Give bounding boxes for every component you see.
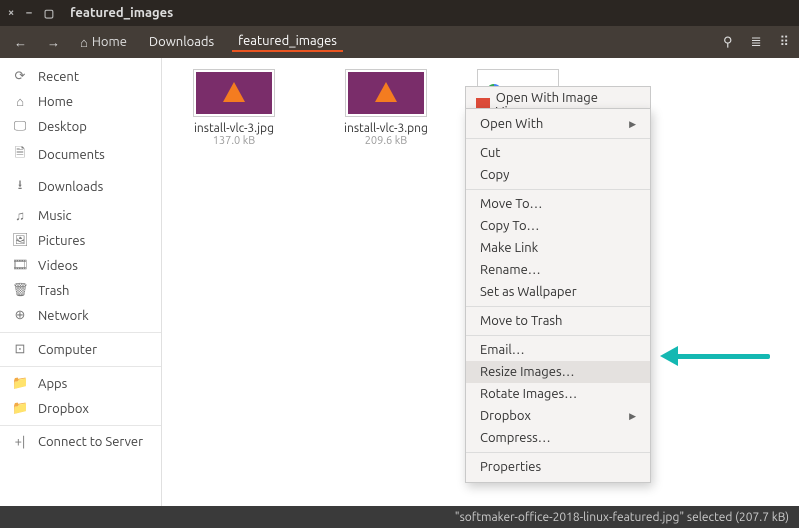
submenu-arrow-icon: ▶ xyxy=(629,411,636,422)
file-name: install-vlc-3.jpg xyxy=(186,122,282,135)
sidebar-item-pictures[interactable]: 🖼Pictures xyxy=(0,228,161,253)
context-copy[interactable]: Copy xyxy=(466,164,650,186)
minimize-icon[interactable]: – xyxy=(26,7,32,20)
context-copy-to[interactable]: Copy To… xyxy=(466,215,650,237)
context-menu: Open With▶ Cut Copy Move To… Copy To… Ma… xyxy=(465,108,651,483)
context-set-wallpaper[interactable]: Set as Wallpaper xyxy=(466,281,650,303)
file-size: 209.6 kB xyxy=(338,135,434,147)
sidebar-item-trash[interactable]: 🗑Trash xyxy=(0,278,161,303)
view-grid-icon[interactable]: ⠿ xyxy=(779,35,789,50)
context-resize-images[interactable]: Resize Images… xyxy=(466,361,650,383)
sidebar-item-home[interactable]: ⌂Home xyxy=(0,89,161,114)
sidebar-item-music[interactable]: ♫Music xyxy=(0,203,161,228)
context-move-trash[interactable]: Move to Trash xyxy=(466,310,650,332)
annotation-arrow xyxy=(660,346,770,366)
music-icon: ♫ xyxy=(12,208,28,223)
toolbar: ← → ⌂ Home Downloads featured_images ⚲ ≣… xyxy=(0,26,799,58)
folder-icon: 📁 xyxy=(12,376,28,391)
trash-icon: 🗑 xyxy=(12,283,28,298)
sidebar-item-downloads[interactable]: ⭳Downloads xyxy=(0,171,161,203)
sidebar-item-dropbox[interactable]: 📁Dropbox xyxy=(0,396,161,421)
file-item[interactable]: install-vlc-3.jpg 137.0 kB xyxy=(186,70,282,147)
context-rename[interactable]: Rename… xyxy=(466,259,650,281)
sidebar-connect-server[interactable]: +|Connect to Server xyxy=(0,430,161,454)
context-separator xyxy=(466,452,650,453)
home-breadcrumb[interactable]: ⌂ Home xyxy=(76,33,131,52)
pictures-icon: 🖼 xyxy=(12,233,28,248)
window-title: featured_images xyxy=(70,6,173,20)
downloads-icon: ⭳ xyxy=(12,176,28,198)
network-icon: ⊕ xyxy=(12,308,28,323)
file-name: install-vlc-3.png xyxy=(338,122,434,135)
context-properties[interactable]: Properties xyxy=(466,456,650,478)
sidebar-item-documents[interactable]: 🗎Documents xyxy=(0,139,161,171)
context-rotate-images[interactable]: Rotate Images… xyxy=(466,383,650,405)
recent-icon: ⟳ xyxy=(12,69,28,84)
desktop-icon: 🖵 xyxy=(12,119,28,134)
file-size: 137.0 kB xyxy=(186,135,282,147)
context-dropbox[interactable]: Dropbox▶ xyxy=(466,405,650,427)
context-separator xyxy=(466,138,650,139)
sidebar-separator xyxy=(0,425,161,426)
context-separator xyxy=(466,189,650,190)
videos-icon: 🎞 xyxy=(12,258,28,273)
home-icon: ⌂ xyxy=(12,94,28,109)
maximize-icon[interactable]: ▢ xyxy=(44,7,54,20)
context-cut[interactable]: Cut xyxy=(466,142,650,164)
sidebar-item-videos[interactable]: 🎞Videos xyxy=(0,253,161,278)
back-button[interactable]: ← xyxy=(10,33,31,52)
status-text: "softmaker-office-2018-linux-featured.jp… xyxy=(455,511,789,524)
close-icon[interactable]: × xyxy=(8,7,14,20)
context-open-with[interactable]: Open With▶ xyxy=(466,113,650,135)
file-thumbnail xyxy=(194,70,274,116)
file-thumbnail xyxy=(346,70,426,116)
submenu-arrow-icon: ▶ xyxy=(629,119,636,130)
home-icon: ⌂ xyxy=(80,35,88,50)
documents-icon: 🗎 xyxy=(12,144,28,166)
sidebar-item-apps[interactable]: 📁Apps xyxy=(0,371,161,396)
context-email[interactable]: Email… xyxy=(466,339,650,361)
statusbar: "softmaker-office-2018-linux-featured.jp… xyxy=(0,506,799,528)
context-separator xyxy=(466,306,650,307)
sidebar: ⟳Recent ⌂Home 🖵Desktop 🗎Documents ⭳Downl… xyxy=(0,58,162,506)
sidebar-item-computer[interactable]: ⊡Computer xyxy=(0,337,161,362)
sidebar-item-recent[interactable]: ⟳Recent xyxy=(0,64,161,89)
file-item[interactable]: install-vlc-3.png 209.6 kB xyxy=(338,70,434,147)
sidebar-item-desktop[interactable]: 🖵Desktop xyxy=(0,114,161,139)
sidebar-item-network[interactable]: ⊕Network xyxy=(0,303,161,328)
titlebar: × – ▢ featured_images xyxy=(0,0,799,26)
breadcrumb-current[interactable]: featured_images xyxy=(232,32,343,52)
window-controls: × – ▢ xyxy=(8,7,54,20)
context-separator xyxy=(466,335,650,336)
context-move-to[interactable]: Move To… xyxy=(466,193,650,215)
breadcrumb-downloads[interactable]: Downloads xyxy=(143,33,220,51)
computer-icon: ⊡ xyxy=(12,342,28,357)
sidebar-separator xyxy=(0,332,161,333)
forward-button[interactable]: → xyxy=(43,33,64,52)
folder-icon: 📁 xyxy=(12,401,28,416)
context-compress[interactable]: Compress… xyxy=(466,427,650,449)
context-make-link[interactable]: Make Link xyxy=(466,237,650,259)
search-icon[interactable]: ⚲ xyxy=(723,35,733,50)
connect-icon: +| xyxy=(12,435,28,449)
view-list-icon[interactable]: ≣ xyxy=(751,35,762,50)
sidebar-separator xyxy=(0,366,161,367)
